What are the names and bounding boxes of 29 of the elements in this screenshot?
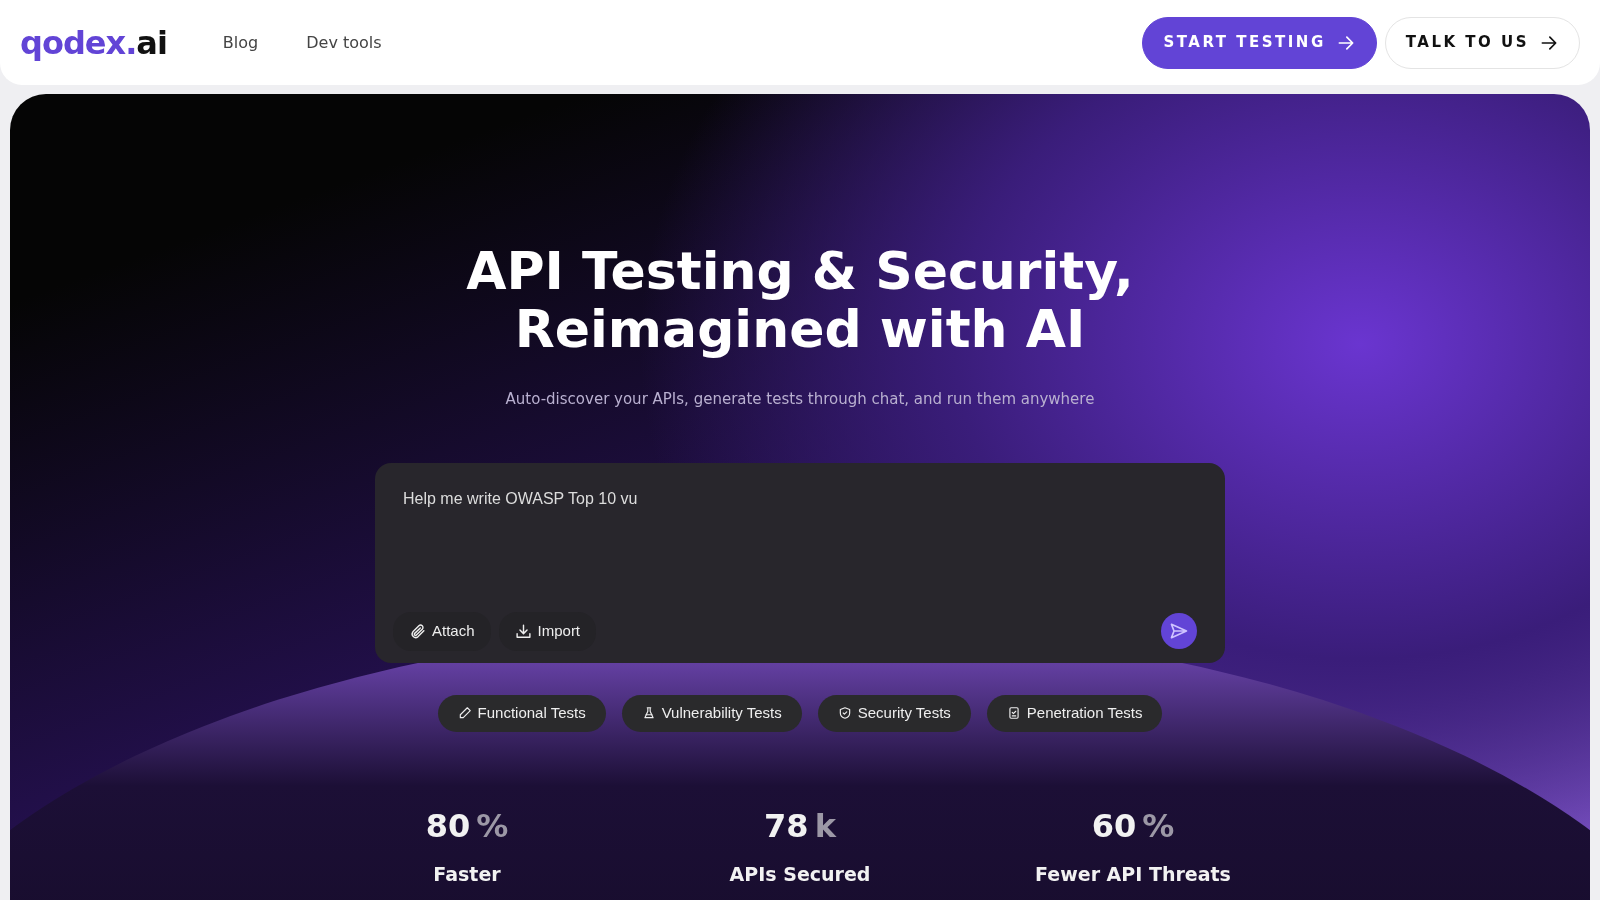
prompt-input[interactable]: Help me write OWASP Top 10 vu bbox=[393, 486, 1197, 511]
stat-value: 80 % bbox=[424, 805, 510, 847]
pencil-icon bbox=[457, 706, 472, 720]
send-button[interactable] bbox=[1161, 613, 1197, 650]
clipboard-icon bbox=[1006, 706, 1021, 720]
download-tray-icon bbox=[514, 622, 532, 640]
flask-icon bbox=[641, 706, 656, 720]
talk-to-us-button[interactable]: TALK TO US bbox=[1384, 16, 1580, 69]
suggestion-chip[interactable]: Vulnerability Tests bbox=[621, 694, 802, 732]
suggestion-chip[interactable]: Penetration Tests bbox=[986, 694, 1163, 732]
nav-link[interactable]: Blog bbox=[222, 30, 259, 55]
stat-label: Fewer API Threats bbox=[1034, 861, 1232, 887]
hero-subtitle: Auto-discover your APIs, generate tests through chat, and run them anywhere bbox=[504, 389, 1096, 410]
attach-button[interactable]: Attach bbox=[393, 612, 491, 651]
suggestion-chip[interactable]: Security Tests bbox=[817, 694, 971, 732]
hero-title: Reimagined with AI bbox=[513, 300, 1086, 358]
stat-label: APIs Secured bbox=[728, 861, 872, 887]
paperclip-icon bbox=[409, 622, 426, 640]
import-button[interactable]: Import bbox=[498, 612, 597, 651]
start-testing-button[interactable]: START TESTING bbox=[1142, 16, 1377, 69]
stat-value: 78 k bbox=[763, 805, 838, 847]
stat-label: Faster bbox=[432, 861, 502, 887]
stat-value: 60 % bbox=[1090, 805, 1176, 847]
shield-icon bbox=[837, 706, 852, 720]
nav-link[interactable]: Dev tools bbox=[306, 30, 382, 55]
hero-title: API Testing & Security, bbox=[465, 242, 1135, 300]
logo[interactable]: qodex.ai bbox=[20, 26, 167, 59]
send-icon bbox=[1169, 621, 1189, 642]
suggestion-chip[interactable]: Functional Tests bbox=[437, 694, 606, 732]
